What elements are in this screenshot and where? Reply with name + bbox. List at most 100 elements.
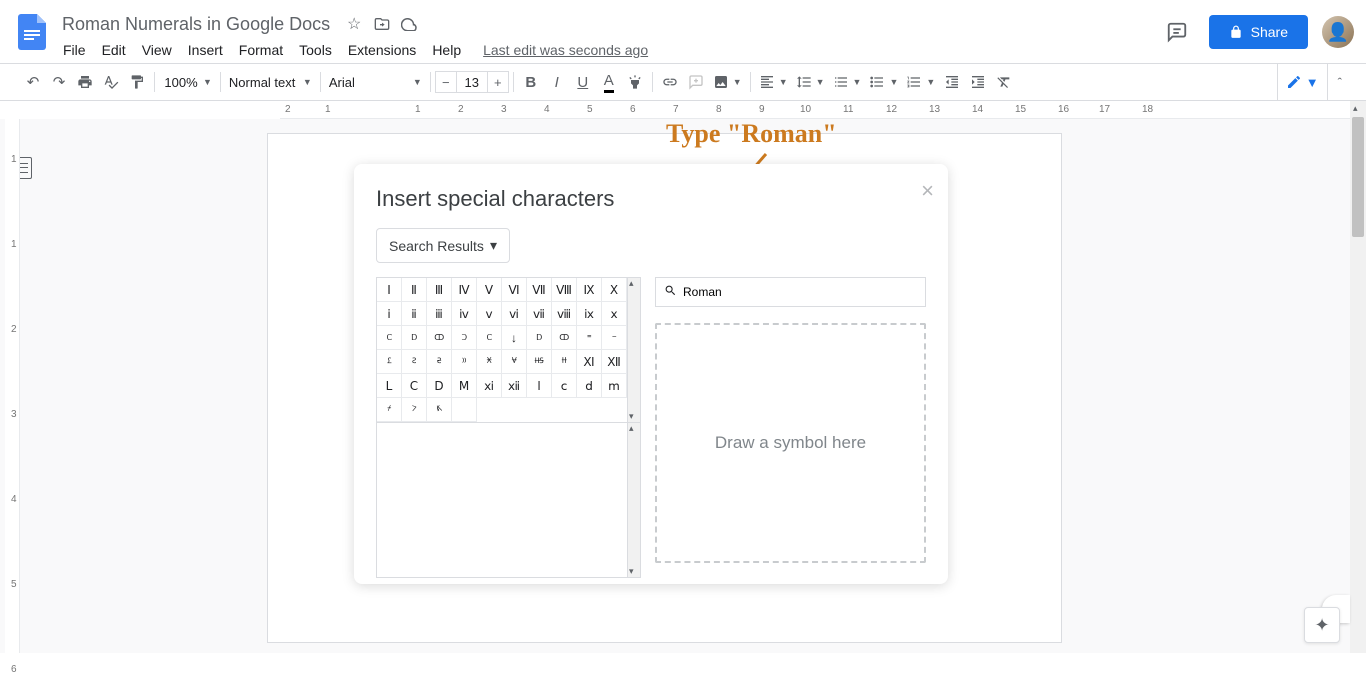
char-cell[interactable]: ↓ [502, 326, 527, 350]
highlight-icon[interactable] [623, 69, 647, 95]
bold-icon[interactable]: B [519, 69, 543, 95]
grid-scrollbar[interactable] [628, 277, 641, 423]
char-cell[interactable]: Ⅵ [502, 278, 527, 302]
bullet-list-dropdown[interactable]: ▼ [865, 69, 902, 95]
char-cell[interactable]: 𐆘 [527, 350, 552, 374]
menu-edit[interactable]: Edit [95, 38, 133, 62]
clear-format-icon[interactable] [992, 69, 1016, 95]
char-cell[interactable]: Ⅹ [602, 278, 627, 302]
char-cell[interactable]: 𐆙 [552, 350, 577, 374]
char-cell[interactable]: ⅿ [602, 374, 627, 398]
char-cell[interactable]: 𐆒 [377, 350, 402, 374]
indent-decrease-icon[interactable] [940, 69, 964, 95]
char-cell[interactable]: Ⅸ [577, 278, 602, 302]
avatar[interactable]: 👤 [1322, 16, 1354, 48]
cloud-status-icon[interactable] [400, 14, 420, 34]
share-button[interactable]: Share [1209, 15, 1308, 49]
char-cell[interactable]: Ⅰ [377, 278, 402, 302]
char-cell[interactable]: Ⅾ [427, 374, 452, 398]
char-cell[interactable]: 𐆕 [452, 350, 477, 374]
search-input[interactable] [683, 285, 917, 299]
document-title[interactable]: Roman Numerals in Google Docs [56, 12, 336, 37]
indent-increase-icon[interactable] [966, 69, 990, 95]
char-cell[interactable]: ⅸ [577, 302, 602, 326]
menu-view[interactable]: View [135, 38, 179, 62]
char-cell[interactable]: ⅾ [577, 374, 602, 398]
comments-icon[interactable] [1159, 14, 1195, 50]
fontsize-decrease[interactable]: − [435, 71, 457, 93]
char-cell[interactable]: ⅶ [527, 302, 552, 326]
char-cell[interactable]: 𐆚 [377, 398, 402, 422]
char-cell[interactable]: 𐆔 [427, 350, 452, 374]
move-icon[interactable] [372, 14, 392, 34]
char-cell[interactable]: ⅼ [527, 374, 552, 398]
link-icon[interactable] [658, 69, 682, 95]
char-cell[interactable]: Ⅲ [427, 278, 452, 302]
results-dropdown[interactable]: Search Results▾ [376, 228, 510, 263]
underline-icon[interactable]: U [571, 69, 595, 95]
menu-tools[interactable]: Tools [292, 38, 339, 62]
docs-logo[interactable] [12, 12, 52, 52]
print-icon[interactable] [73, 69, 97, 95]
char-cell[interactable]: ⅻ [502, 374, 527, 398]
zoom-dropdown[interactable]: 100%▼ [159, 69, 216, 95]
last-edit-link[interactable]: Last edit was seconds ago [476, 38, 655, 62]
menu-insert[interactable]: Insert [181, 38, 230, 62]
char-cell[interactable]: 𐆜 [427, 398, 452, 422]
char-cell[interactable]: Ⅳ [452, 278, 477, 302]
vertical-scrollbar[interactable] [1350, 101, 1366, 653]
menu-format[interactable]: Format [232, 38, 290, 62]
char-cell[interactable]: Ⅱ [402, 278, 427, 302]
char-cell[interactable]: ⅱ [402, 302, 427, 326]
redo-icon[interactable]: ↷ [47, 69, 71, 95]
star-icon[interactable]: ☆ [344, 14, 364, 34]
font-dropdown[interactable]: Arial▼ [325, 69, 426, 95]
menu-file[interactable]: File [56, 38, 93, 62]
image-dropdown[interactable]: ▼ [709, 69, 746, 95]
text-color-icon[interactable]: A [597, 69, 621, 95]
char-cell[interactable]: ⅰ [377, 302, 402, 326]
fontsize-input[interactable] [457, 71, 487, 93]
char-cell[interactable]: Ⅺ [577, 350, 602, 374]
fontsize-increase[interactable]: + [487, 71, 509, 93]
char-cell[interactable]: Ⅽ [402, 374, 427, 398]
char-cell[interactable]: Ⅽ [377, 326, 402, 350]
char-cell[interactable]: ↀ [427, 326, 452, 350]
char-cell[interactable]: ⅽ [552, 374, 577, 398]
char-cell[interactable]: ⅺ [477, 374, 502, 398]
char-cell[interactable]: ⅳ [452, 302, 477, 326]
char-cell[interactable]: Ⅻ [602, 350, 627, 374]
char-cell[interactable]: 𐆗 [502, 350, 527, 374]
char-cell[interactable]: Ⅾ [402, 326, 427, 350]
undo-icon[interactable]: ↶ [21, 69, 45, 95]
grid-scrollbar[interactable] [628, 423, 641, 578]
scrollbar-thumb[interactable] [1352, 117, 1364, 237]
spellcheck-icon[interactable] [99, 69, 123, 95]
char-cell[interactable]: ⅹ [602, 302, 627, 326]
char-cell[interactable]: 𐆖 [477, 350, 502, 374]
comment-icon[interactable] [684, 69, 708, 95]
char-cell[interactable]: ⅷ [552, 302, 577, 326]
paint-format-icon[interactable] [125, 69, 149, 95]
char-cell[interactable]: Ⅽ [477, 326, 502, 350]
collapse-sidebar-icon[interactable]: ˆ [1334, 71, 1346, 94]
char-cell[interactable]: 𐆓 [402, 350, 427, 374]
document-page[interactable]: Type "Roman" × Insert special characters… [267, 133, 1062, 643]
char-cell[interactable]: ⅴ [477, 302, 502, 326]
styles-dropdown[interactable]: Normal text▼ [225, 69, 316, 95]
align-dropdown[interactable]: ▼ [755, 69, 792, 95]
checklist-dropdown[interactable]: ▼ [829, 69, 866, 95]
char-cell[interactable]: Ⅷ [552, 278, 577, 302]
explore-button-icon[interactable]: ✦ [1304, 607, 1340, 643]
italic-icon[interactable]: I [545, 69, 569, 95]
line-spacing-dropdown[interactable]: ▼ [792, 69, 829, 95]
char-cell[interactable]: Ↄ [452, 326, 477, 350]
draw-area[interactable]: Draw a symbol here [655, 323, 926, 563]
char-cell[interactable]: 𐆑 [602, 326, 627, 350]
char-cell[interactable]: Ⅴ [477, 278, 502, 302]
editing-mode-dropdown[interactable]: ▼ [1277, 63, 1328, 101]
char-cell[interactable]: Ⅼ [377, 374, 402, 398]
menu-extensions[interactable]: Extensions [341, 38, 423, 62]
menu-help[interactable]: Help [425, 38, 468, 62]
char-cell[interactable]: Ⅶ [527, 278, 552, 302]
